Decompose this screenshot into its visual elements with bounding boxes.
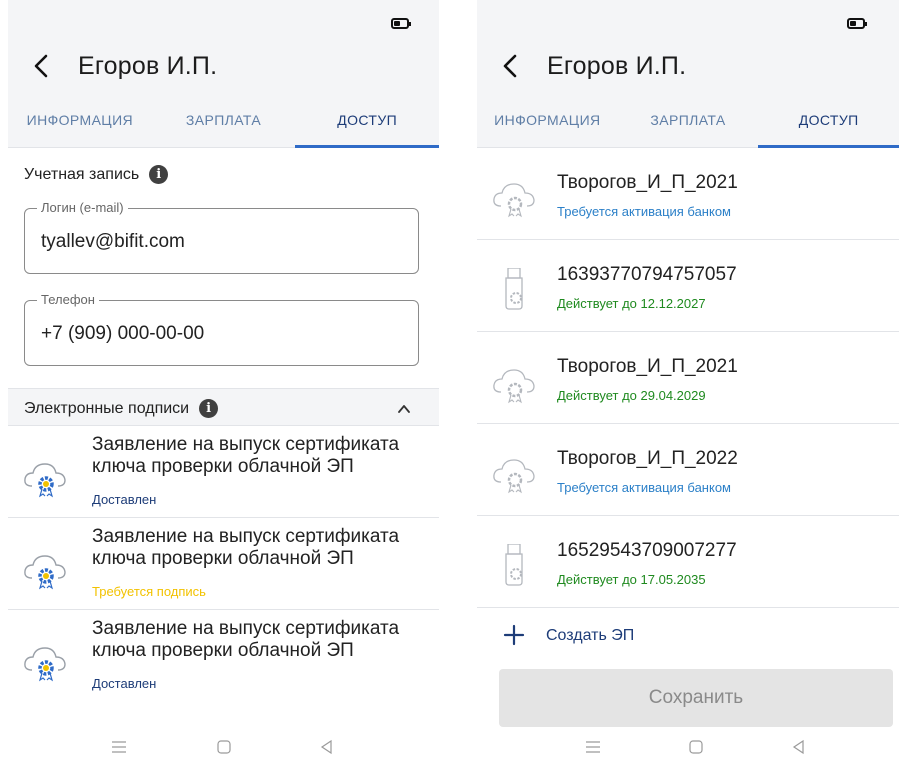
certificate-item[interactable]: Творогов_И_П_2021 Действует до 29.04.202… bbox=[477, 332, 899, 424]
certificate-item[interactable]: Творогов_И_П_2021 Требуется активация ба… bbox=[477, 148, 899, 240]
account-title-text: Учетная запись bbox=[24, 165, 140, 183]
signature-request-item[interactable]: Заявление на выпуск сертификата ключа пр… bbox=[8, 610, 439, 702]
certificate-item[interactable]: 16393770794757057 Действует до 12.12.202… bbox=[477, 240, 899, 332]
page-title: Егоров И.П. bbox=[547, 52, 687, 80]
request-title-line2: ключа проверки облачной ЭП bbox=[92, 548, 354, 569]
certificate-item[interactable]: Творогов_И_П_2022 Требуется активация ба… bbox=[477, 424, 899, 516]
screen-left: Егоров И.П. ИНФОРМАЦИЯ ЗАРПЛАТА ДОСТУП У… bbox=[8, 0, 439, 769]
status-badge: Требуется подпись bbox=[92, 584, 206, 599]
cloud-cert-icon bbox=[493, 369, 535, 404]
save-button[interactable]: Сохранить bbox=[499, 669, 893, 727]
tab-access[interactable]: ДОСТУП bbox=[758, 98, 899, 148]
signatures-section-header[interactable]: Электронные подписи i bbox=[8, 388, 439, 426]
usb-token-icon bbox=[505, 268, 523, 310]
request-title-line1: Заявление на выпуск сертификата bbox=[92, 618, 400, 639]
tab-salary[interactable]: ЗАРПЛАТА bbox=[152, 98, 296, 148]
status-badge: Действует до 17.05.2035 bbox=[557, 572, 706, 587]
system-nav-bar bbox=[8, 727, 439, 769]
tab-bar: ИНФОРМАЦИЯ ЗАРПЛАТА ДОСТУП bbox=[477, 98, 899, 148]
certificate-name: Творогов_И_П_2021 bbox=[557, 172, 738, 193]
signatures-section-title: Электронные подписи i bbox=[24, 399, 219, 418]
back-arrow-icon[interactable] bbox=[497, 52, 525, 80]
create-signature-link[interactable]: Создать ЭП bbox=[546, 627, 634, 645]
create-signature-row[interactable]: Создать ЭП bbox=[477, 612, 899, 662]
system-nav-bar bbox=[477, 727, 899, 769]
info-icon[interactable]: i bbox=[149, 165, 169, 184]
request-title: Заявление на выпуск сертификата ключа пр… bbox=[92, 434, 399, 478]
certificate-name: 16393770794757057 bbox=[557, 264, 737, 285]
menu-icon[interactable] bbox=[583, 737, 603, 757]
battery-icon bbox=[391, 18, 411, 29]
cloud-cert-icon bbox=[24, 555, 66, 590]
login-label: Логин (e-mail) bbox=[37, 200, 128, 215]
tab-access[interactable]: ДОСТУП bbox=[295, 98, 439, 148]
certificate-name: Творогов_И_П_2021 bbox=[557, 356, 738, 377]
plus-icon[interactable] bbox=[503, 624, 525, 646]
cloud-cert-icon bbox=[24, 463, 66, 498]
info-icon[interactable]: i bbox=[199, 399, 219, 418]
certificate-name: 16529543709007277 bbox=[557, 540, 737, 561]
request-title-line2: ключа проверки облачной ЭП bbox=[92, 640, 354, 661]
status-badge: Требуется активация банком bbox=[557, 480, 731, 495]
back-arrow-icon[interactable] bbox=[28, 52, 56, 80]
chevron-up-icon[interactable] bbox=[397, 402, 411, 416]
cloud-cert-icon bbox=[493, 459, 535, 494]
login-field[interactable]: Логин (e-mail) tyallev@bifit.com bbox=[24, 200, 419, 274]
app-header: Егоров И.П. ИНФОРМАЦИЯ ЗАРПЛАТА ДОСТУП bbox=[8, 0, 439, 148]
phone-field[interactable]: Телефон +7 (909) 000-00-00 bbox=[24, 292, 419, 366]
tab-salary[interactable]: ЗАРПЛАТА bbox=[618, 98, 759, 148]
battery-icon bbox=[847, 18, 867, 29]
status-badge: Действует до 12.12.2027 bbox=[557, 296, 706, 311]
back-triangle-icon[interactable] bbox=[317, 737, 337, 757]
login-value[interactable]: tyallev@bifit.com bbox=[41, 231, 185, 253]
request-title: Заявление на выпуск сертификата ключа пр… bbox=[92, 526, 399, 570]
status-badge: Требуется активация банком bbox=[557, 204, 731, 219]
signature-request-item[interactable]: Заявление на выпуск сертификата ключа пр… bbox=[8, 518, 439, 610]
request-title-line2: ключа проверки облачной ЭП bbox=[92, 456, 354, 477]
signature-request-item[interactable]: Заявление на выпуск сертификата ключа пр… bbox=[8, 426, 439, 518]
app-header: Егоров И.П. ИНФОРМАЦИЯ ЗАРПЛАТА ДОСТУП bbox=[477, 0, 899, 148]
page-title: Егоров И.П. bbox=[78, 52, 218, 80]
certificate-name: Творогов_И_П_2022 bbox=[557, 448, 738, 469]
cloud-cert-icon bbox=[24, 647, 66, 682]
status-badge: Доставлен bbox=[92, 492, 157, 507]
phone-label: Телефон bbox=[37, 292, 99, 307]
back-triangle-icon[interactable] bbox=[789, 737, 809, 757]
home-icon[interactable] bbox=[686, 737, 706, 757]
status-badge: Действует до 29.04.2029 bbox=[557, 388, 706, 403]
tab-information[interactable]: ИНФОРМАЦИЯ bbox=[8, 98, 152, 148]
phone-value[interactable]: +7 (909) 000-00-00 bbox=[41, 323, 204, 345]
request-title-line1: Заявление на выпуск сертификата bbox=[92, 434, 400, 455]
screen-right: Егоров И.П. ИНФОРМАЦИЯ ЗАРПЛАТА ДОСТУП Т… bbox=[477, 0, 899, 769]
request-title-line1: Заявление на выпуск сертификата bbox=[92, 526, 400, 547]
menu-icon[interactable] bbox=[109, 737, 129, 757]
home-icon[interactable] bbox=[214, 737, 234, 757]
tab-bar: ИНФОРМАЦИЯ ЗАРПЛАТА ДОСТУП bbox=[8, 98, 439, 148]
certificate-item[interactable]: 16529543709007277 Действует до 17.05.203… bbox=[477, 516, 899, 608]
signatures-title-text: Электронные подписи bbox=[24, 399, 190, 417]
account-section-title: Учетная запись i bbox=[24, 165, 169, 184]
request-title: Заявление на выпуск сертификата ключа пр… bbox=[92, 618, 399, 662]
tab-information[interactable]: ИНФОРМАЦИЯ bbox=[477, 98, 618, 148]
usb-token-icon bbox=[505, 544, 523, 586]
cloud-cert-icon bbox=[493, 183, 535, 218]
status-badge: Доставлен bbox=[92, 676, 157, 691]
